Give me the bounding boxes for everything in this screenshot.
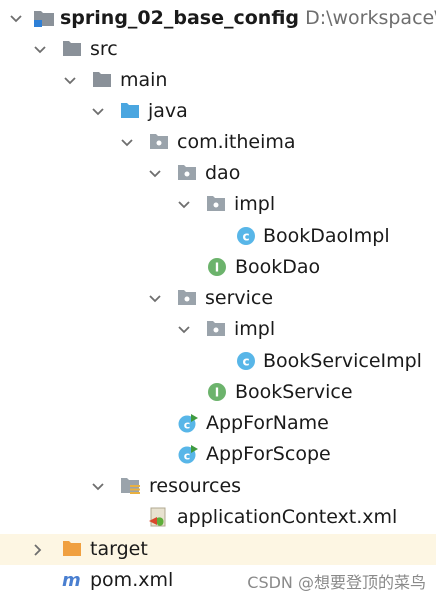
tree-node-app-for-name[interactable]: c AppForName (0, 408, 436, 439)
chevron-down-icon[interactable] (176, 314, 192, 345)
folder-icon (92, 70, 112, 90)
spring-xml-file-icon (148, 507, 168, 527)
project-path: D:\workspace\ (305, 7, 436, 29)
tree-node-book-dao-impl[interactable]: c BookDaoImpl (0, 221, 436, 252)
svg-text:c: c (242, 230, 249, 244)
package-icon (206, 319, 226, 339)
source-folder-icon (120, 101, 140, 121)
chevron-down-icon[interactable] (119, 127, 135, 158)
folder-icon (62, 39, 82, 59)
tree-node-label: AppForScope (206, 443, 331, 465)
maven-icon: m (62, 570, 82, 590)
tree-node-book-service[interactable]: I BookService (0, 377, 436, 408)
interface-icon: I (207, 257, 227, 277)
svg-text:c: c (242, 355, 249, 369)
svg-text:c: c (184, 419, 191, 432)
chevron-down-icon[interactable] (62, 65, 78, 96)
tree-node-label: AppForName (206, 412, 329, 434)
package-icon (206, 194, 226, 214)
chevron-down-icon[interactable] (8, 3, 24, 34)
tree-node-label: impl (234, 318, 276, 340)
chevron-down-icon[interactable] (32, 34, 48, 65)
tree-node-book-dao[interactable]: I BookDao (0, 252, 436, 283)
module-folder-icon (33, 8, 54, 28)
tree-node-main[interactable]: main (0, 65, 436, 96)
tree-node-label: com.itheima (177, 131, 296, 153)
interface-icon: I (207, 382, 227, 402)
tree-node-label: BookDaoImpl (263, 225, 390, 247)
tree-node-label: resources (149, 475, 242, 497)
svg-text:I: I (215, 261, 219, 275)
runnable-class-icon: c (177, 413, 198, 433)
chevron-down-icon[interactable] (147, 283, 163, 314)
tree-node-application-context[interactable]: applicationContext.xml (0, 502, 436, 533)
tree-node-target[interactable]: target (0, 534, 436, 565)
tree-node-label: pom.xml (90, 569, 174, 591)
tree-node-src[interactable]: src (0, 34, 436, 65)
tree-node-label: applicationContext.xml (177, 506, 398, 528)
tree-node-dao-impl[interactable]: impl (0, 189, 436, 220)
class-icon: c (236, 226, 256, 246)
tree-node-label: service (205, 287, 274, 309)
chevron-down-icon[interactable] (176, 189, 192, 220)
excluded-folder-icon (62, 539, 82, 559)
tree-node-label: impl (234, 193, 276, 215)
tree-node-package-root[interactable]: com.itheima (0, 127, 436, 158)
tree-node-java[interactable]: java (0, 96, 436, 127)
tree-node-project[interactable]: spring_02_base_config D:\workspace\ (0, 3, 436, 34)
resources-folder-icon (120, 476, 140, 496)
tree-node-service-impl[interactable]: impl (0, 314, 436, 345)
watermark: CSDN @想要登顶的菜鸟 (247, 573, 426, 592)
chevron-down-icon[interactable] (90, 96, 106, 127)
tree-node-book-service-impl[interactable]: c BookServiceImpl (0, 346, 436, 377)
package-icon (177, 163, 197, 183)
svg-text:c: c (184, 450, 191, 463)
chevron-right-icon[interactable] (30, 534, 46, 565)
tree-node-label: BookDao (235, 256, 321, 278)
runnable-class-icon: c (177, 444, 198, 464)
tree-node-label: BookServiceImpl (263, 350, 422, 372)
tree-node-app-for-scope[interactable]: c AppForScope (0, 439, 436, 470)
project-name: spring_02_base_config (60, 7, 300, 29)
tree-node-resources[interactable]: resources (0, 471, 436, 502)
package-icon (149, 132, 169, 152)
chevron-down-icon[interactable] (147, 158, 163, 189)
svg-text:m: m (62, 570, 81, 590)
tree-node-label: java (148, 100, 188, 122)
tree-node-dao[interactable]: dao (0, 158, 436, 189)
svg-text:I: I (215, 386, 219, 400)
package-icon (177, 288, 197, 308)
chevron-down-icon[interactable] (90, 471, 106, 502)
tree-node-label: main (120, 69, 168, 91)
tree-node-label: BookService (235, 381, 353, 403)
project-tree: spring_02_base_config D:\workspace\ src … (0, 0, 436, 603)
class-icon: c (236, 351, 256, 371)
tree-node-label: dao (205, 162, 241, 184)
tree-node-label: target (90, 538, 148, 560)
tree-node-service[interactable]: service (0, 283, 436, 314)
tree-node-label: src (90, 38, 118, 60)
